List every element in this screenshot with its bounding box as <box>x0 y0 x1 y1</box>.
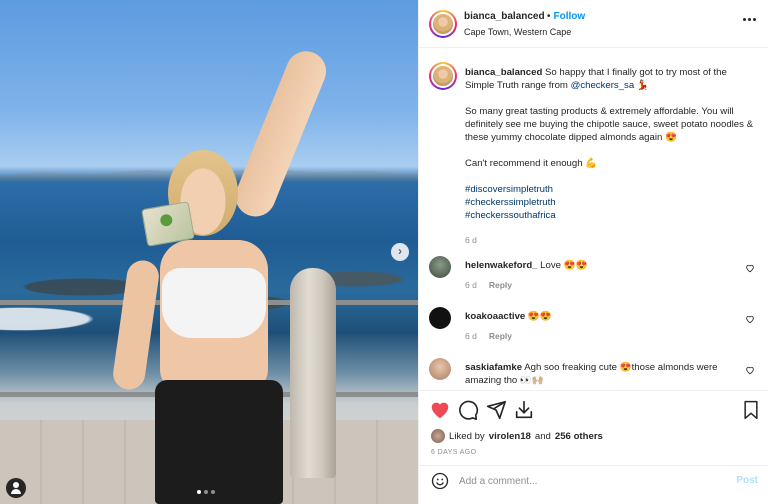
comment-text: saskiafamke Agh soo freaking cute 😍those… <box>465 361 735 387</box>
left-arm <box>111 258 161 392</box>
hashtag-link[interactable]: #checkerssouthafrica <box>465 209 755 222</box>
post-photo[interactable]: › <box>0 0 418 504</box>
follow-wrap: • Follow <box>547 11 585 22</box>
comment-meta: 6 d Reply <box>465 331 512 341</box>
comment-username[interactable]: helenwakeford_ <box>465 260 538 271</box>
comment-composer: Post <box>419 465 768 495</box>
avatar[interactable] <box>429 307 451 329</box>
carousel-dots <box>197 490 215 494</box>
reply-button[interactable]: Reply <box>489 331 512 341</box>
and-label: and <box>534 430 551 442</box>
post-location[interactable]: Cape Town, Western Cape <box>464 27 571 37</box>
comment-time[interactable]: 6 d <box>465 331 477 341</box>
liked-by-label: Liked by <box>449 430 485 442</box>
post-panel: bianca_balanced • Follow Cape Town, Weste… <box>418 0 768 504</box>
comment-time[interactable]: 6 d <box>465 280 477 290</box>
avatar[interactable] <box>429 358 451 380</box>
carousel-dot <box>197 490 201 494</box>
caption-time[interactable]: 6 d <box>465 234 755 247</box>
reply-button[interactable]: Reply <box>489 280 512 290</box>
save-icon[interactable] <box>513 399 535 421</box>
separator-dot: • <box>547 11 551 22</box>
hashtag-link[interactable]: #checkerssimpletruth <box>465 196 755 209</box>
share-icon[interactable] <box>485 399 507 421</box>
comment-icon[interactable] <box>457 399 479 421</box>
caption-text: bianca_balanced So happy that I finally … <box>465 66 755 247</box>
post-button[interactable]: Post <box>736 475 758 486</box>
heart-icon[interactable] <box>745 263 755 273</box>
caption-line1-end: 💃 <box>634 80 649 91</box>
actions-section: Liked by virolen18 and 256 others 6 DAYS… <box>419 390 768 504</box>
avatar[interactable] <box>429 10 457 38</box>
heart-icon[interactable] <box>429 399 451 421</box>
bookmark-icon[interactable] <box>741 399 761 421</box>
post-date[interactable]: 6 DAYS AGO <box>431 449 477 456</box>
hashtag-link[interactable]: #discoversimpletruth <box>465 183 755 196</box>
comment-body: 😍😍 <box>525 311 552 322</box>
caption-paragraph: Can't recommend it enough 💪 <box>465 158 598 169</box>
post-header: bianca_balanced • Follow Cape Town, Weste… <box>419 0 768 48</box>
heart-icon[interactable] <box>745 314 755 324</box>
post-username[interactable]: bianca_balanced <box>464 11 545 22</box>
likes-summary: Liked by virolen18 and 256 others <box>431 429 603 443</box>
more-icon[interactable] <box>743 18 756 21</box>
follow-button[interactable]: Follow <box>554 11 586 22</box>
tag-user-icon[interactable] <box>6 478 26 498</box>
heart-icon[interactable] <box>745 365 755 375</box>
mention-link[interactable]: @checkers_sa <box>571 80 635 91</box>
caption-username[interactable]: bianca_balanced <box>465 67 542 78</box>
avatar[interactable] <box>431 429 445 443</box>
comment-username[interactable]: koakoaactive <box>465 311 525 322</box>
raised-arm <box>229 45 333 223</box>
action-icons <box>429 399 761 423</box>
caption-paragraph: So many great tasting products & extreme… <box>465 106 753 143</box>
liker-username[interactable]: virolen18 <box>489 431 531 442</box>
comment-username[interactable]: saskiafamke <box>465 362 522 373</box>
comment-input[interactable] <box>459 473 709 489</box>
avatar[interactable] <box>429 256 451 278</box>
others-count[interactable]: 256 others <box>555 431 603 442</box>
comments-list[interactable]: bianca_balanced So happy that I finally … <box>419 48 768 388</box>
white-top <box>162 268 266 338</box>
black-shorts <box>155 380 283 504</box>
comment-body: Love 😍😍 <box>537 260 588 271</box>
carousel-dot <box>204 490 208 494</box>
avatar[interactable] <box>429 62 457 90</box>
carousel-dot <box>211 490 215 494</box>
next-icon[interactable]: › <box>391 243 409 261</box>
woman-figure <box>110 40 333 504</box>
comment-text: helenwakeford_ Love 😍😍 <box>465 259 735 272</box>
comment-meta: 6 d Reply <box>465 280 512 290</box>
comment-text: koakoaactive 😍😍 <box>465 310 735 323</box>
smile-icon[interactable] <box>431 472 449 490</box>
